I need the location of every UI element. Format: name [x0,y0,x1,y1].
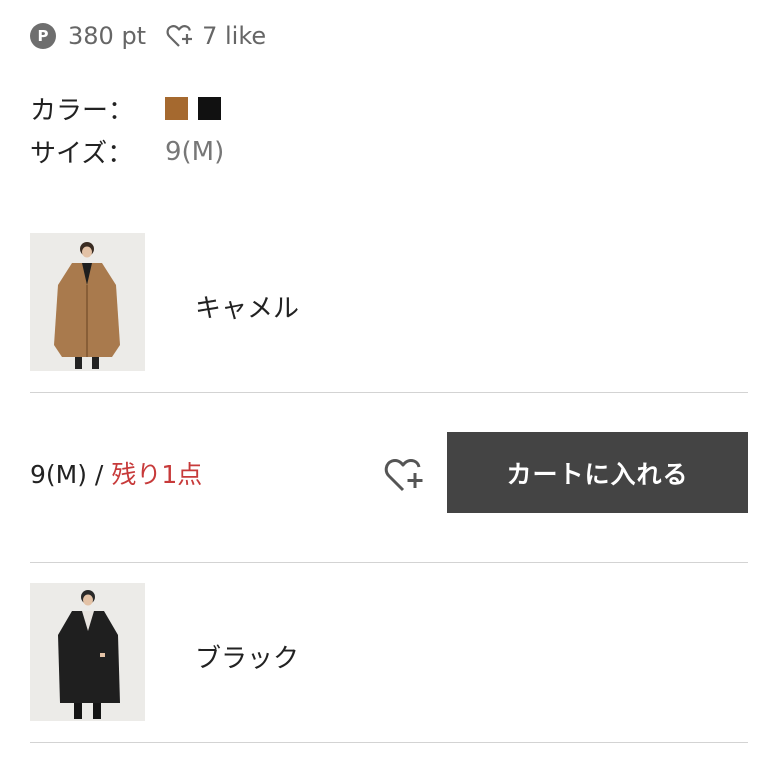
stock-size: 9(M) [30,460,87,489]
points-text: 380 pt [68,22,147,50]
divider [30,392,748,393]
variant-thumbnail-black[interactable] [30,583,145,721]
heart-plus-icon [384,459,423,492]
color-label: カラー： [30,96,135,126]
variant-thumbnail-camel[interactable] [30,233,145,371]
points-badge-icon: P [30,23,56,49]
stock-remaining: 残り1点 [111,460,203,489]
stock-info: 9(M) / 残り1点 [30,455,202,491]
add-to-cart-button[interactable]: カートに入れる [447,432,748,513]
divider [30,562,748,563]
heart-plus-icon[interactable] [166,22,194,50]
color-swatch-camel[interactable] [165,97,188,120]
size-label: サイズ： [30,139,134,169]
color-swatch-black[interactable] [198,97,221,120]
variant-name-black: ブラック [195,644,300,674]
points-like-row: P 380 pt 7 like [30,20,266,52]
like-count: 7 like [202,22,267,50]
wishlist-button[interactable] [383,455,427,495]
divider [30,742,748,743]
variant-name-camel: キャメル [195,294,300,324]
stock-separator: / [86,460,112,489]
size-value: 9(M) [165,137,225,167]
